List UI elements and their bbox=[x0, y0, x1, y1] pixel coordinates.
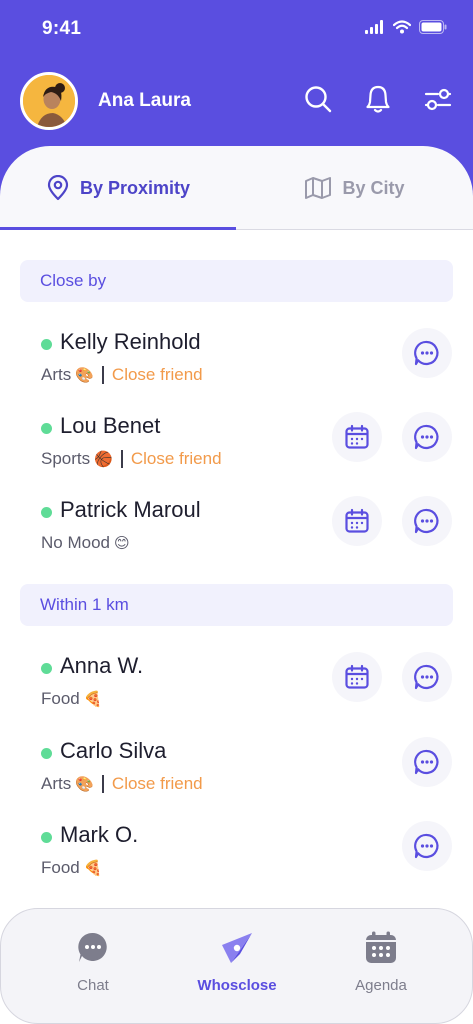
bottom-nav: Chat Whosclose Agenda bbox=[0, 908, 473, 1024]
chat-bubble-icon bbox=[414, 508, 439, 534]
location-pin-icon bbox=[47, 175, 69, 201]
user-name: Ana Laura bbox=[98, 90, 191, 111]
online-indicator bbox=[41, 832, 52, 843]
person-category: Sports bbox=[41, 449, 91, 468]
close-friend-tag: Close friend bbox=[111, 774, 203, 793]
tab-label: By Proximity bbox=[79, 177, 191, 198]
person-category: Arts bbox=[41, 774, 72, 793]
person-category: Food bbox=[41, 858, 80, 877]
tab-bar: By Proximity By City bbox=[0, 146, 473, 230]
person-category: No Mood bbox=[41, 533, 110, 552]
signal-icon bbox=[365, 20, 383, 34]
section-header-close-by: Close by bbox=[20, 260, 453, 302]
nav-label: Whosclose bbox=[197, 977, 277, 994]
person-name: Patrick Maroul bbox=[60, 497, 201, 522]
person-category: Arts bbox=[41, 365, 72, 384]
person-name: Carlo Silva bbox=[60, 738, 167, 763]
chat-bubble-icon bbox=[78, 932, 107, 962]
status-bar: 9:41 bbox=[0, 0, 473, 56]
mood-emoji: 🎨 bbox=[75, 367, 94, 384]
person-meta: Arts 🎨 Close friend bbox=[41, 774, 203, 794]
search-button[interactable] bbox=[303, 84, 333, 114]
notifications-button[interactable] bbox=[363, 84, 393, 114]
nav-label: Chat bbox=[77, 977, 109, 994]
person-meta: Sports 🏀 Close friend bbox=[41, 449, 222, 469]
map-icon bbox=[305, 177, 332, 199]
section-header-within-1km: Within 1 km bbox=[20, 584, 453, 626]
meta-divider bbox=[120, 450, 123, 468]
person-name: Anna W. bbox=[60, 653, 144, 678]
close-friend-tag: Close friend bbox=[130, 449, 222, 468]
person-category: Food bbox=[41, 689, 80, 708]
compass-icon bbox=[222, 933, 252, 963]
status-icons bbox=[365, 20, 447, 34]
active-tab-indicator bbox=[0, 227, 236, 230]
list-item[interactable]: Kelly Reinhold Arts 🎨 Close friend bbox=[0, 319, 473, 403]
person-meta: Arts 🎨 Close friend bbox=[41, 365, 203, 385]
nav-chat[interactable]: Chat bbox=[23, 929, 163, 994]
message-button[interactable] bbox=[402, 496, 452, 546]
list-item[interactable]: Mark O. Food 🍕 bbox=[0, 812, 473, 896]
chat-bubble-icon bbox=[414, 833, 439, 859]
sliders-icon bbox=[424, 88, 452, 111]
header-actions bbox=[303, 84, 453, 114]
avatar[interactable] bbox=[20, 72, 78, 130]
person-name: Kelly Reinhold bbox=[60, 329, 201, 354]
nav-agenda[interactable]: Agenda bbox=[311, 929, 451, 994]
mood-emoji: 🍕 bbox=[83, 860, 103, 877]
calendar-icon bbox=[345, 664, 369, 689]
wifi-icon bbox=[393, 20, 411, 34]
battery-icon bbox=[419, 20, 447, 34]
message-button[interactable] bbox=[402, 737, 452, 787]
online-indicator bbox=[41, 507, 52, 518]
mood-emoji: 😊 bbox=[113, 535, 130, 552]
mood-emoji: 🍕 bbox=[83, 691, 103, 708]
list-item[interactable]: Carlo Silva Arts 🎨 Close friend bbox=[0, 728, 473, 812]
online-indicator bbox=[41, 423, 52, 434]
status-time: 9:41 bbox=[42, 18, 82, 39]
bell-icon bbox=[366, 85, 390, 113]
person-meta: No Mood 😊 bbox=[41, 533, 130, 553]
filters-button[interactable] bbox=[423, 84, 453, 114]
message-button[interactable] bbox=[402, 821, 452, 871]
message-button[interactable] bbox=[402, 412, 452, 462]
message-button[interactable] bbox=[402, 652, 452, 702]
meta-divider bbox=[101, 366, 104, 384]
meta-divider bbox=[101, 775, 104, 793]
chat-bubble-icon bbox=[414, 340, 439, 366]
chat-bubble-icon bbox=[414, 424, 439, 450]
person-name: Lou Benet bbox=[60, 413, 161, 438]
tab-by-proximity[interactable]: By Proximity bbox=[0, 146, 236, 230]
tab-label: By City bbox=[342, 177, 405, 198]
chat-bubble-icon bbox=[414, 664, 439, 690]
schedule-button[interactable] bbox=[332, 652, 382, 702]
schedule-button[interactable] bbox=[332, 412, 382, 462]
chat-bubble-icon bbox=[414, 749, 439, 775]
message-button[interactable] bbox=[402, 328, 452, 378]
profile-row: Ana Laura bbox=[20, 72, 453, 130]
person-meta: Food 🍕 bbox=[41, 858, 102, 878]
search-icon bbox=[305, 86, 332, 113]
calendar-icon bbox=[345, 508, 369, 533]
list-item[interactable]: Patrick Maroul No Mood 😊 bbox=[0, 487, 473, 571]
nav-label: Agenda bbox=[355, 977, 407, 994]
mood-emoji: 🎨 bbox=[75, 776, 94, 793]
close-friend-tag: Close friend bbox=[111, 365, 203, 384]
calendar-icon bbox=[366, 931, 396, 963]
calendar-icon bbox=[345, 424, 369, 449]
online-indicator bbox=[41, 663, 52, 674]
online-indicator bbox=[41, 748, 52, 759]
person-name: Mark O. bbox=[60, 822, 139, 847]
list-item[interactable]: Anna W. Food 🍕 bbox=[0, 643, 473, 727]
tab-by-city[interactable]: By City bbox=[236, 146, 473, 230]
person-meta: Food 🍕 bbox=[41, 689, 102, 709]
nav-whosclose[interactable]: Whosclose bbox=[167, 929, 307, 994]
mood-emoji: 🏀 bbox=[94, 451, 113, 468]
schedule-button[interactable] bbox=[332, 496, 382, 546]
list-item[interactable]: Lou Benet Sports 🏀 Close friend bbox=[0, 403, 473, 487]
online-indicator bbox=[41, 339, 52, 350]
